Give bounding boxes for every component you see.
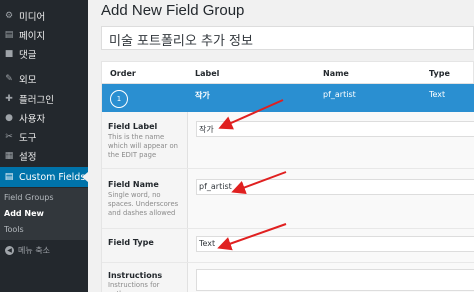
menu-label: 도구 <box>19 133 37 144</box>
pages-icon: ▤ <box>4 30 14 40</box>
settings-icon: ▦ <box>4 151 14 161</box>
menu-item-custom-fields[interactable]: ▤ Custom Fields <box>0 167 88 187</box>
menu-item-users[interactable]: ● 사용자 <box>0 108 88 128</box>
row-label[interactable]: 작가 <box>195 90 210 101</box>
submenu-tools[interactable]: Tools <box>4 225 24 234</box>
menu-item-pages[interactable]: ▤ 페이지 <box>0 25 88 45</box>
admin-sidebar: ⚙ 미디어 ▤ 페이지 ■ 댓글 ✎ 외모 ✚ 플러그인 ● 사용자 ✂ 도구 ▦ 설정 ▤ Cu… <box>0 0 88 292</box>
fields-table: Order Label Name Type 1 작가 pf_artist Tex… <box>101 61 474 292</box>
menu-label: Custom Fields <box>19 171 86 183</box>
menu-item-appearance[interactable]: ✎ 외모 <box>0 69 88 89</box>
field-row-selected[interactable]: 1 작가 pf_artist Text <box>102 84 474 112</box>
menu-label: 사용자 <box>19 114 46 125</box>
field-name-heading: Field Name <box>108 180 159 189</box>
instructions-description: Instructions for authors. <box>108 281 160 292</box>
header-type: Type <box>429 69 450 78</box>
menu-item-settings[interactable]: ▦ 설정 <box>0 146 88 166</box>
menu-item-comments[interactable]: ■ 댓글 <box>0 44 88 64</box>
collapse-icon: ◀ <box>5 245 14 255</box>
menu-item-plugins[interactable]: ✚ 플러그인 <box>0 89 88 109</box>
field-type-select[interactable]: Text <box>196 236 474 252</box>
instructions-heading: Instructions <box>108 271 163 280</box>
header-label: Label <box>195 69 220 78</box>
tools-icon: ✂ <box>5 132 13 142</box>
menu-label: 미디어 <box>19 12 46 23</box>
comments-icon: ■ <box>4 49 14 59</box>
divider <box>102 168 474 169</box>
plugins-icon: ✚ <box>5 94 13 104</box>
field-group-title-input[interactable]: 미술 포트폴리오 추가 정보 <box>101 26 474 50</box>
menu-label: 설정 <box>19 152 37 163</box>
field-label-heading: Field Label <box>108 122 158 131</box>
row-type: Text <box>429 90 446 99</box>
collapse-label: 메뉴 축소 <box>18 245 50 255</box>
menu-label: 플러그인 <box>19 95 54 106</box>
row-name: pf_artist <box>323 90 356 99</box>
divider <box>102 262 474 263</box>
collapse-menu-button[interactable]: ◀ 메뉴 축소 <box>0 241 88 259</box>
menu-item-media[interactable]: ⚙ 미디어 <box>0 6 88 26</box>
custom-fields-icon: ▤ <box>4 172 14 182</box>
divider <box>102 228 474 229</box>
users-icon: ● <box>5 113 13 123</box>
instructions-textarea[interactable] <box>196 269 474 291</box>
appearance-icon: ✎ <box>5 74 13 84</box>
field-name-input[interactable]: pf_artist <box>196 179 474 195</box>
table-header: Order Label Name Type <box>102 62 474 84</box>
field-label-description: This is the name which will appear on th… <box>108 133 178 160</box>
custom-fields-submenu: Field Groups Add New Tools <box>0 188 88 240</box>
menu-label: 페이지 <box>19 31 46 42</box>
menu-label: 외모 <box>19 75 37 86</box>
submenu-field-groups[interactable]: Field Groups <box>4 193 54 202</box>
page-title: Add New Field Group <box>101 2 245 19</box>
order-badge: 1 <box>110 90 128 108</box>
header-name: Name <box>323 69 349 78</box>
field-name-description: Single word, no spaces. Underscores and … <box>108 191 179 218</box>
menu-label: 댓글 <box>19 50 37 61</box>
field-type-heading: Field Type <box>108 238 154 247</box>
field-label-input[interactable]: 작가 <box>196 121 474 137</box>
media-icon: ⚙ <box>4 11 14 21</box>
header-order: Order <box>110 69 136 78</box>
menu-item-tools[interactable]: ✂ 도구 <box>0 127 88 147</box>
submenu-add-new[interactable]: Add New <box>4 209 44 218</box>
